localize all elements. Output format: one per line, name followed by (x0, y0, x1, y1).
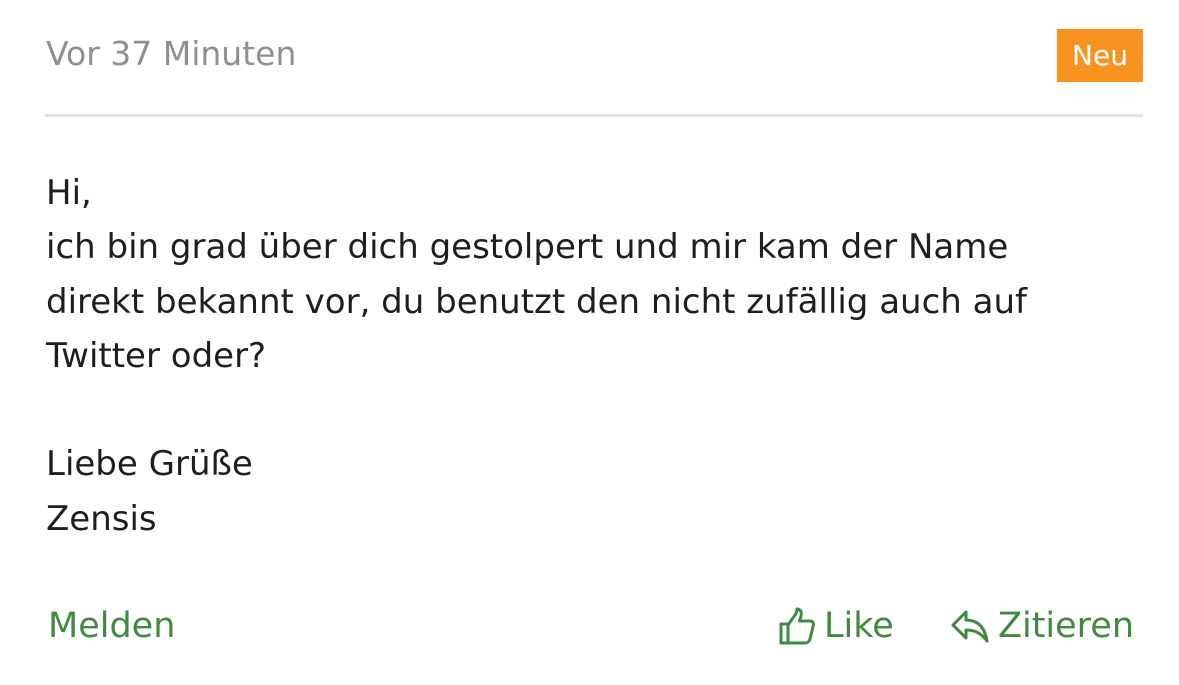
new-badge: Neu (1057, 29, 1143, 82)
like-button[interactable]: Like (778, 604, 894, 648)
report-link[interactable]: Melden (48, 604, 175, 648)
message-line: direkt bekannt vor, du benutzt den nicht… (46, 281, 1027, 322)
divider (45, 114, 1143, 117)
forum-post: Vor 37 Minuten Neu Hi, ich bin grad über… (0, 0, 1179, 685)
post-message: Hi, ich bin grad über dich gestolpert un… (46, 166, 1146, 546)
message-line: Zensis (46, 498, 157, 539)
like-label: Like (824, 606, 894, 646)
report-label: Melden (48, 606, 176, 646)
message-line: Hi, (46, 173, 92, 213)
quote-button[interactable]: Zitieren (950, 604, 1134, 648)
message-line: Liebe Grüße (46, 444, 253, 485)
thumbs-up-icon (779, 607, 815, 645)
message-line: ich bin grad über dich gestolpert und mi… (46, 227, 1009, 268)
post-timestamp: Vor 37 Minuten (46, 34, 297, 73)
quote-label: Zitieren (998, 606, 1135, 646)
reply-arrow-icon (951, 610, 989, 643)
message-line (46, 383, 1146, 437)
message-line: Twitter oder? (46, 335, 267, 376)
